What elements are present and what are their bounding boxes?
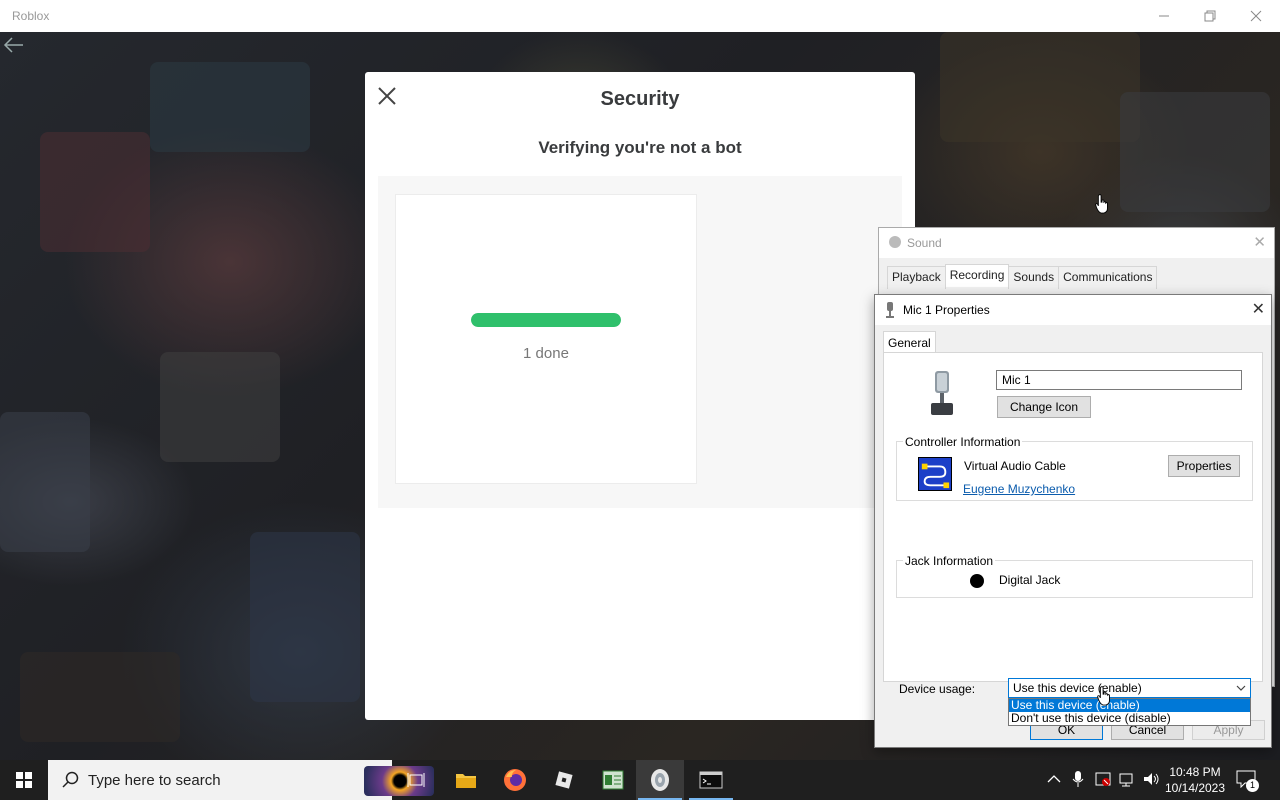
search-placeholder: Type here to search	[88, 772, 221, 789]
taskbar-search-box[interactable]: Type here to search	[48, 760, 434, 800]
close-icon	[1250, 10, 1262, 22]
roblox-titlebar: Roblox	[0, 0, 1280, 32]
device-usage-selected-value: Use this device (enable)	[1013, 681, 1142, 695]
tab-recording[interactable]: Recording	[944, 264, 1010, 287]
security-tray-icon[interactable]	[1094, 770, 1112, 788]
notification-center-button[interactable]: 1	[1236, 770, 1260, 792]
change-icon-button[interactable]: Change Icon	[997, 396, 1091, 418]
close-button[interactable]	[1233, 0, 1279, 32]
microphone-device-icon	[931, 371, 953, 415]
captcha-progress-text: 1 done	[523, 345, 569, 362]
notification-badge: 1	[1246, 779, 1259, 792]
restore-button[interactable]	[1187, 0, 1233, 32]
terminal-button[interactable]	[687, 760, 735, 800]
sound-close-button[interactable]: ✕	[1253, 233, 1266, 251]
sound-titlebar: Sound ✕	[879, 228, 1274, 258]
minimize-button[interactable]	[1141, 0, 1187, 32]
start-button[interactable]	[0, 760, 48, 800]
tab-general[interactable]: General	[883, 331, 936, 354]
mic-properties-close-button[interactable]: ✕	[1252, 299, 1265, 319]
file-explorer-button[interactable]	[442, 760, 490, 800]
volume-icon[interactable]	[1142, 770, 1160, 788]
mic-properties-title: Mic 1 Properties	[903, 303, 990, 317]
clock-date: 10/14/2023	[1164, 781, 1226, 795]
tab-communications[interactable]: Communications	[1058, 266, 1158, 289]
controller-properties-button[interactable]: Properties	[1168, 455, 1240, 477]
task-view-icon	[407, 773, 425, 787]
device-usage-dropdown-list: Use this device (enable) Don't use this …	[1008, 698, 1251, 726]
sound-tabs: Playback Recording Sounds Communications	[887, 264, 1158, 289]
controller-vendor-link[interactable]: Eugene Muzychenko	[963, 482, 1075, 496]
background-decoration	[0, 412, 90, 552]
microphone-icon	[886, 302, 894, 318]
security-dialog: Security Verifying you're not a bot 1 do…	[365, 72, 915, 720]
roblox-icon	[555, 771, 573, 789]
speaker-icon	[889, 236, 901, 248]
spreadsheet-button[interactable]	[589, 760, 637, 800]
captcha-area: 1 done	[378, 176, 902, 508]
captcha-frame: 1 done	[395, 194, 697, 484]
security-subtitle: Verifying you're not a bot	[538, 138, 742, 157]
network-icon[interactable]	[1118, 770, 1136, 788]
background-decoration	[940, 32, 1140, 142]
device-usage-select[interactable]: Use this device (enable)	[1008, 678, 1251, 698]
roblox-studio-button[interactable]	[540, 760, 588, 800]
chevron-down-icon	[1236, 685, 1246, 691]
microphone-tray-icon[interactable]	[1072, 770, 1084, 788]
search-icon	[62, 771, 79, 788]
taskbar-clock[interactable]: 10:48 PM 10/14/2023	[1160, 764, 1230, 796]
controller-information-label: Controller Information	[903, 435, 1023, 449]
task-view-button[interactable]	[392, 760, 440, 800]
background-decoration	[20, 652, 180, 742]
windows-logo-icon	[16, 772, 32, 788]
background-decoration	[250, 532, 360, 702]
device-name-input[interactable]	[996, 370, 1242, 390]
spreadsheet-icon	[602, 770, 624, 790]
taskbar: Type here to search 10:48 PM 10/14/2023 …	[0, 760, 1280, 800]
option-disable-device[interactable]: Don't use this device (disable)	[1009, 712, 1250, 725]
minimize-icon	[1159, 15, 1169, 17]
tab-playback[interactable]: Playback	[887, 266, 946, 289]
firefox-icon	[504, 769, 526, 791]
captcha-progress-bar	[471, 313, 621, 327]
jack-color-indicator	[970, 574, 984, 588]
background-decoration	[150, 62, 310, 152]
file-explorer-icon	[456, 774, 476, 788]
back-arrow-icon[interactable]	[2, 36, 24, 60]
jack-information-label: Jack Information	[903, 554, 996, 568]
mic-properties-dialog: Mic 1 Properties ✕ General Change Icon C…	[874, 294, 1272, 748]
roblox-player-button[interactable]	[636, 760, 684, 800]
captcha-progress-fill	[471, 313, 621, 327]
controller-name: Virtual Audio Cable	[964, 459, 1066, 473]
general-panel: Change Icon Controller Information Virtu…	[883, 352, 1263, 682]
background-decoration	[1120, 92, 1270, 212]
jack-name: Digital Jack	[999, 573, 1061, 587]
virtual-audio-cable-icon	[918, 457, 952, 491]
chevron-up-icon[interactable]	[1047, 774, 1061, 784]
mic-properties-titlebar: Mic 1 Properties ✕	[875, 295, 1271, 325]
roblox-player-icon	[651, 769, 669, 791]
security-title: Security	[600, 88, 680, 110]
firefox-button[interactable]	[491, 760, 539, 800]
hand-cursor-icon	[1095, 194, 1108, 214]
device-usage-label: Device usage:	[899, 682, 976, 696]
clock-time: 10:48 PM	[1169, 765, 1221, 779]
terminal-icon	[699, 771, 723, 789]
sound-window-title: Sound	[907, 236, 942, 250]
background-decoration	[160, 352, 280, 462]
background-decoration	[40, 132, 150, 252]
window-title: Roblox	[12, 9, 50, 23]
hand-cursor-icon	[1097, 686, 1110, 706]
restore-icon	[1204, 10, 1216, 22]
tab-sounds[interactable]: Sounds	[1008, 266, 1060, 289]
